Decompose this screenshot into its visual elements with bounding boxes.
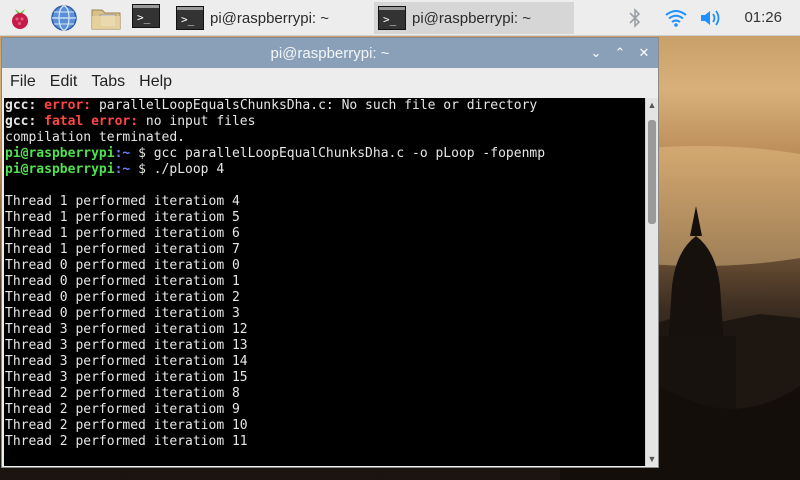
terminal-icon: >_	[378, 6, 406, 30]
terminal-text: Thread 2 performed iteratiom 8	[5, 386, 240, 401]
terminal-line: compilation terminated.	[4, 130, 645, 146]
scroll-up-icon[interactable]: ▲	[647, 100, 657, 110]
volume-icon[interactable]	[699, 8, 725, 33]
terminal-text: pi@raspberrypi	[5, 162, 115, 177]
terminal-line: Thread 0 performed iteratiom 3	[4, 306, 645, 322]
terminal-text: fatal error:	[44, 114, 146, 129]
globe-icon[interactable]	[50, 4, 78, 32]
window-titlebar[interactable]: pi@raspberrypi: ~ ⌄ ⌃ ✕	[2, 38, 658, 68]
menu-help[interactable]: Help	[139, 73, 172, 91]
terminal-text: Thread 0 performed iteratiom 0	[5, 258, 240, 273]
maximize-icon[interactable]: ⌃	[612, 45, 628, 61]
terminal-text: Thread 2 performed iteratiom 11	[5, 434, 248, 449]
close-icon[interactable]: ✕	[636, 45, 652, 61]
terminal-line: Thread 3 performed iteratiom 14	[4, 354, 645, 370]
window-title: pi@raspberrypi: ~	[270, 44, 390, 62]
terminal-text: Thread 1 performed iteratiom 7	[5, 242, 240, 257]
terminal-text: Thread 3 performed iteratiom 13	[5, 338, 248, 353]
menubar: File Edit Tabs Help	[2, 68, 658, 96]
terminal-text: :~	[114, 146, 139, 161]
terminal-text: Thread 0 performed iteratiom 1	[5, 274, 240, 289]
raspberry-icon[interactable]	[6, 4, 34, 32]
terminal-text: Thread 3 performed iteratiom 15	[5, 370, 248, 385]
terminal-window: pi@raspberrypi: ~ ⌄ ⌃ ✕ File Edit Tabs H…	[1, 37, 659, 468]
terminal-text: Thread 2 performed iteratiom 10	[5, 418, 248, 433]
terminal-line: pi@raspberrypi:~ $ ./pLoop 4	[4, 162, 645, 178]
menu-tabs[interactable]: Tabs	[91, 73, 125, 91]
terminal-line: Thread 1 performed iteratiom 5	[4, 210, 645, 226]
clock[interactable]: 01:26	[744, 9, 782, 26]
terminal-text: parallelLoopEqualsChunksDha.c: No such f…	[98, 98, 538, 113]
terminal-text: Thread 1 performed iteratiom 5	[5, 210, 240, 225]
terminal-line: Thread 2 performed iteratiom 11	[4, 434, 645, 450]
terminal-line: Thread 1 performed iteratiom 7	[4, 242, 645, 258]
terminal-line: Thread 3 performed iteratiom 15	[4, 370, 645, 386]
taskbar-item-terminal-2[interactable]: >_ pi@raspberrypi: ~	[374, 2, 574, 34]
terminal-icon: >_	[176, 6, 204, 30]
folder-icon[interactable]	[90, 4, 121, 32]
terminal-line: pi@raspberrypi:~ $ gcc parallelLoopEqual…	[4, 146, 645, 162]
terminal-line: Thread 3 performed iteratiom 13	[4, 338, 645, 354]
terminal-text: pi@raspberrypi	[5, 146, 115, 161]
terminal-text: Thread 1 performed iteratiom 6	[5, 226, 240, 241]
terminal-scrollbar[interactable]: ▲ ▼	[645, 98, 658, 466]
terminal-line: Thread 3 performed iteratiom 12	[4, 322, 645, 338]
terminal-text: Thread 3 performed iteratiom 12	[5, 322, 248, 337]
bluetooth-icon[interactable]	[626, 8, 644, 33]
taskbar-item-label: pi@raspberrypi: ~	[412, 9, 532, 27]
terminal-line: Thread 2 performed iteratiom 9	[4, 402, 645, 418]
terminal-text: $ ./pLoop 4	[138, 162, 225, 177]
terminal-line: gcc: fatal error: no input files	[4, 114, 645, 130]
terminal-text: $ gcc parallelLoopEqualChunksDha.c -o pL…	[138, 146, 546, 161]
terminal-text: gcc:	[5, 114, 45, 129]
terminal-text: Thread 1 performed iteratiom 4	[5, 194, 240, 209]
terminal-line: Thread 0 performed iteratiom 2	[4, 290, 645, 306]
terminal-icon[interactable]: >_	[132, 4, 160, 32]
terminal-text: error:	[44, 98, 99, 113]
terminal-line: Thread 0 performed iteratiom 0	[4, 258, 645, 274]
terminal-line: Thread 1 performed iteratiom 4	[4, 194, 645, 210]
terminal-text: Thread 0 performed iteratiom 2	[5, 290, 240, 305]
top-panel: >_ >_ pi@raspberrypi: ~ >_ pi@raspberryp…	[0, 0, 800, 36]
terminal-line: Thread 1 performed iteratiom 6	[4, 226, 645, 242]
terminal-text: Thread 0 performed iteratiom 3	[5, 306, 240, 321]
terminal-text: compilation terminated.	[5, 130, 186, 145]
terminal-text: no input files	[145, 114, 256, 129]
terminal-text: gcc:	[5, 98, 45, 113]
taskbar-item-terminal-1[interactable]: >_ pi@raspberrypi: ~	[172, 2, 372, 34]
terminal-text: :~	[114, 162, 139, 177]
taskbar-item-label: pi@raspberrypi: ~	[210, 9, 330, 27]
terminal-output[interactable]: gcc: error: parallelLoopEqualsChunksDha.…	[4, 98, 645, 466]
terminal-line: Thread 2 performed iteratiom 8	[4, 386, 645, 402]
scrollbar-thumb[interactable]	[648, 120, 656, 224]
terminal-line: Thread 0 performed iteratiom 1	[4, 274, 645, 290]
minimize-icon[interactable]: ⌄	[588, 45, 604, 61]
terminal-line: Thread 2 performed iteratiom 10	[4, 418, 645, 434]
terminal-line: gcc: error: parallelLoopEqualsChunksDha.…	[4, 98, 645, 114]
scroll-down-icon[interactable]: ▼	[647, 454, 657, 464]
terminal-text: Thread 3 performed iteratiom 14	[5, 354, 248, 369]
menu-edit[interactable]: Edit	[50, 73, 78, 91]
wifi-icon[interactable]	[664, 8, 688, 33]
terminal-text: Thread 2 performed iteratiom 9	[5, 402, 240, 417]
menu-file[interactable]: File	[10, 73, 36, 91]
